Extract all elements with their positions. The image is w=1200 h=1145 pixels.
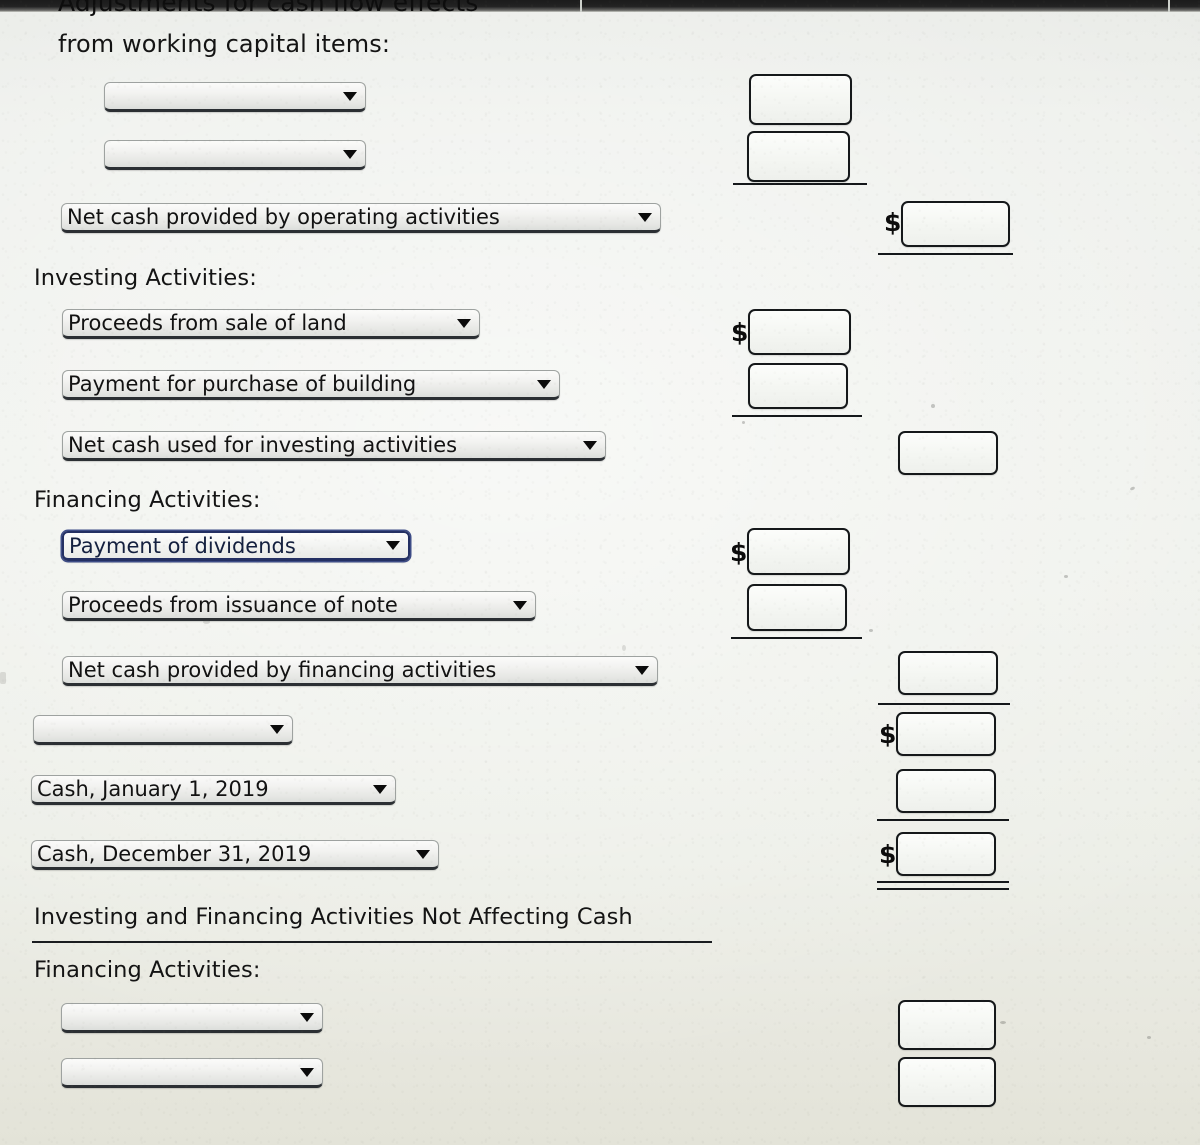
worksheet-page: Adjustments for cash flow effects from w… [0,0,1200,1145]
input-amount-noncash-2[interactable] [898,1057,996,1107]
select-net-cash-financing-value: Net cash provided by financing activitie… [68,658,497,682]
heading-working-capital: from working capital items: [58,30,391,58]
select-financing-item-1[interactable]: Payment of dividends [62,531,410,561]
clipped-heading-text: Adjustments for cash flow effects [58,0,479,17]
select-investing-item-2[interactable]: Payment for purchase of building [62,370,560,400]
total-rule-operating [878,253,1013,255]
chevron-down-icon [537,379,551,389]
input-amount-net-financing[interactable] [898,651,998,695]
heading-noncash-activities: Investing and Financing Activities Not A… [34,904,633,930]
chevron-down-icon [457,318,471,328]
currency-symbol-investing-1: $ [731,318,749,347]
chevron-down-icon [416,849,430,859]
heading-investing-activities: Investing Activities: [34,265,257,291]
select-noncash-item-1[interactable] [61,1003,323,1033]
input-amount-noncash-1[interactable] [898,1000,996,1050]
noncash-section-rule [32,941,712,943]
heading-financing-activities: Financing Activities: [34,487,261,513]
select-wc-item-2[interactable] [104,140,366,170]
input-amount-financing-2[interactable] [747,584,847,631]
chevron-down-icon [635,665,649,675]
currency-symbol-cash-ending: $ [879,840,897,869]
input-amount-investing-1[interactable] [748,309,851,355]
select-net-cash-operating[interactable]: Net cash provided by operating activitie… [61,203,661,233]
select-net-cash-investing[interactable]: Net cash used for investing activities [62,431,606,461]
select-net-cash-operating-value: Net cash provided by operating activitie… [67,205,500,229]
input-amount-wc-2[interactable] [747,131,850,182]
select-wc-item-1[interactable] [104,82,366,112]
input-amount-net-operating[interactable] [901,201,1010,247]
input-amount-wc-1[interactable] [749,74,852,125]
select-cash-beginning-value: Cash, January 1, 2019 [37,777,269,801]
select-cash-beginning[interactable]: Cash, January 1, 2019 [31,775,396,805]
chevron-down-icon [638,212,652,222]
input-amount-investing-2[interactable] [748,363,848,409]
subtotal-rule-cash-ending [877,819,1009,821]
select-noncash-item-2[interactable] [61,1058,323,1088]
chevron-down-icon [300,1067,314,1077]
select-net-change-in-cash[interactable] [33,715,293,745]
chevron-down-icon [373,784,387,794]
currency-symbol-net-operating: $ [884,208,902,237]
input-amount-cash-beginning[interactable] [896,769,996,813]
select-cash-ending-value: Cash, December 31, 2019 [37,842,312,866]
subtotal-rule-operating [733,183,867,185]
chevron-down-icon [300,1012,314,1022]
chevron-down-icon [270,724,284,734]
chevron-down-icon [343,149,357,159]
select-financing-item-2[interactable]: Proceeds from issuance of note [62,591,536,621]
subtotal-rule-financing [731,637,862,639]
select-net-cash-financing[interactable]: Net cash provided by financing activitie… [62,656,658,686]
heading-noncash-financing: Financing Activities: [34,957,261,983]
currency-symbol-financing-1: $ [730,538,748,567]
select-cash-ending[interactable]: Cash, December 31, 2019 [31,840,439,870]
chevron-down-icon [343,91,357,101]
select-investing-item-1[interactable]: Proceeds from sale of land [62,309,480,339]
subtotal-rule-investing [732,415,862,417]
select-financing-item-2-value: Proceeds from issuance of note [68,593,398,617]
input-amount-net-investing[interactable] [898,431,998,475]
chevron-down-icon [386,541,400,550]
grand-total-double-rule [877,881,1009,890]
input-amount-net-change[interactable] [896,712,996,756]
select-investing-item-2-value: Payment for purchase of building [68,372,417,396]
select-financing-item-1-value: Payment of dividends [69,533,296,558]
chevron-down-icon [583,440,597,450]
chevron-down-icon [513,600,527,610]
select-net-cash-investing-value: Net cash used for investing activities [68,433,458,457]
subtotal-rule-net-change [878,703,1010,705]
select-investing-item-1-value: Proceeds from sale of land [68,311,347,335]
input-amount-cash-ending[interactable] [896,832,996,876]
input-amount-financing-1[interactable] [747,528,850,575]
currency-symbol-net-change: $ [879,720,897,749]
